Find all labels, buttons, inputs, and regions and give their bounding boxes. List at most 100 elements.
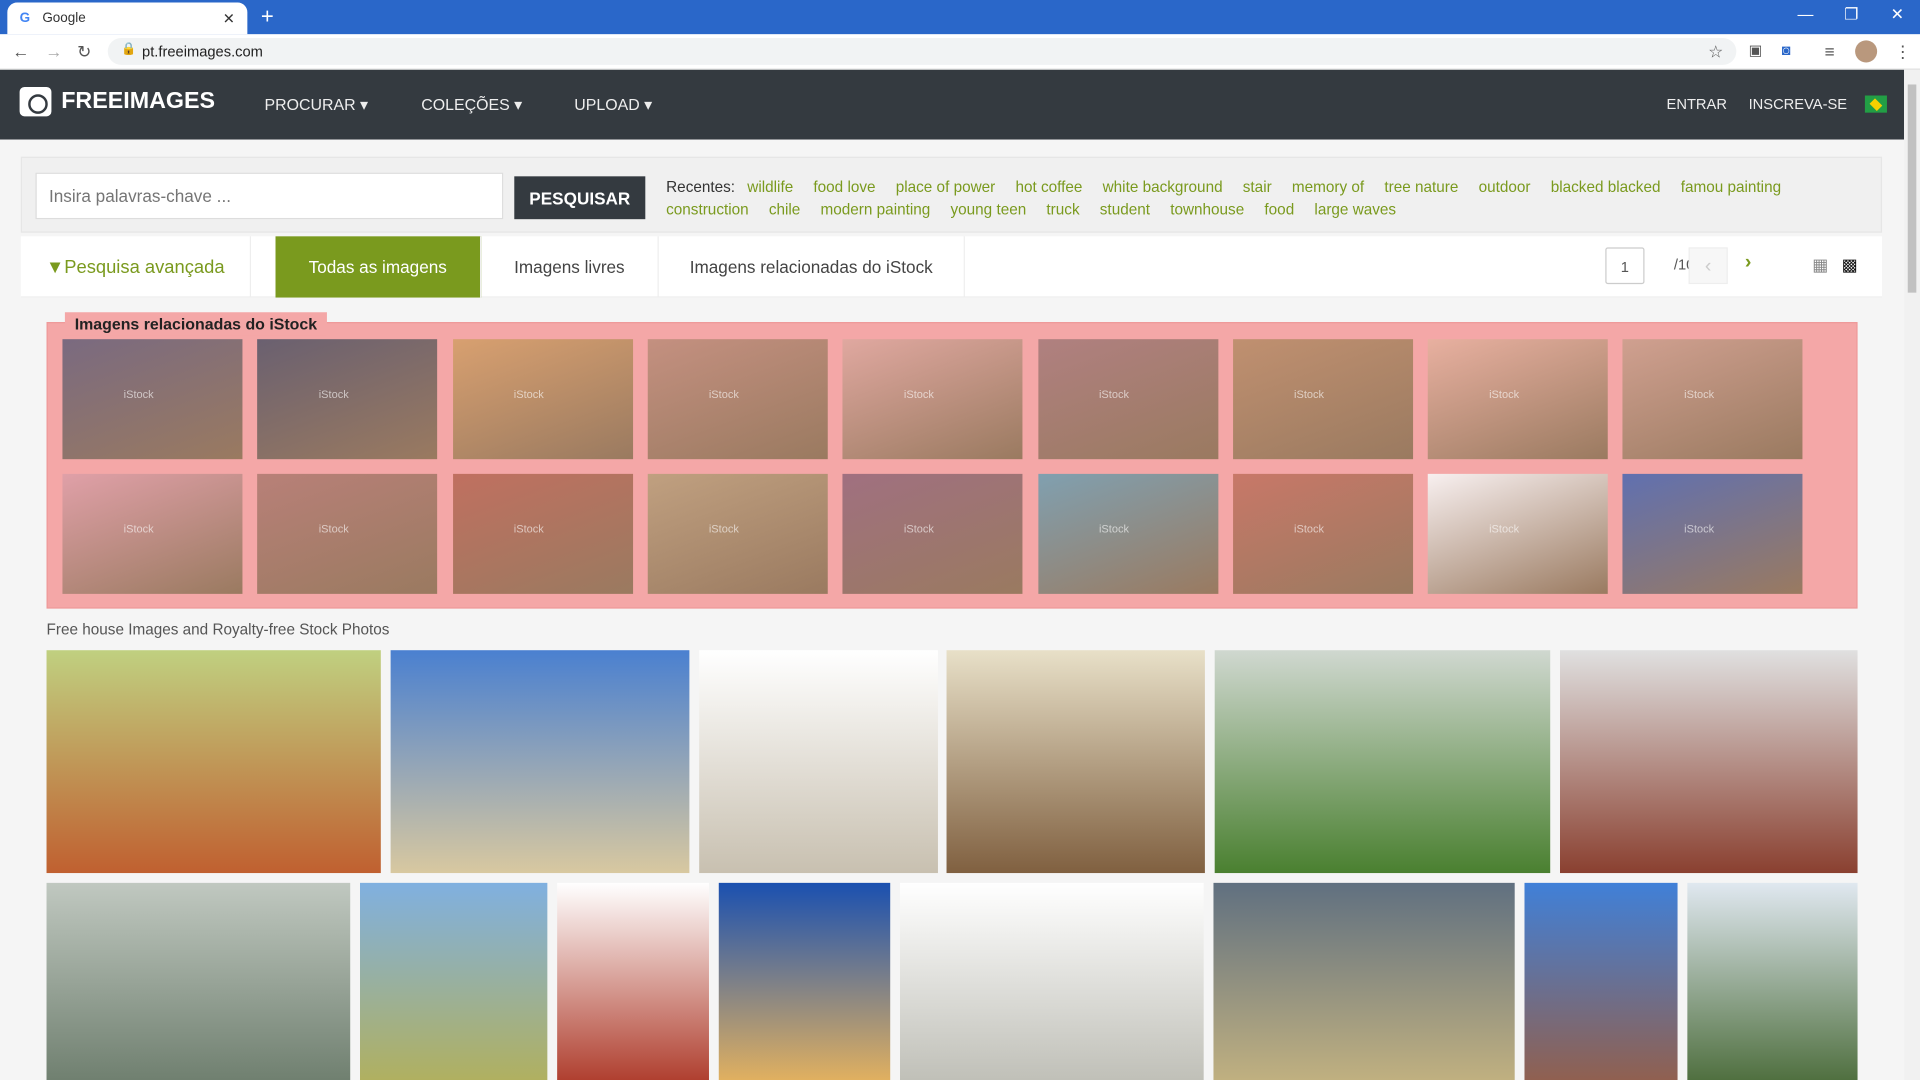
advanced-search-link[interactable]: ▼ Pesquisa avançada	[21, 236, 252, 298]
recent-label: Recentes:	[666, 178, 736, 196]
media-icon[interactable]: ≡	[1824, 42, 1834, 62]
masonry-view-icon[interactable]: ▩	[1842, 255, 1858, 276]
close-window-icon[interactable]: ✕	[1891, 5, 1904, 25]
recent-search-link[interactable]: outdoor	[1479, 179, 1531, 196]
url-bar[interactable]: 🔒 pt.freeimages.com	[107, 37, 1737, 65]
istock-thumbnail[interactable]: iStock	[452, 473, 633, 594]
photo-thumbnail[interactable]	[1214, 650, 1551, 874]
tab-title: Google	[42, 11, 86, 26]
istock-thumbnail[interactable]: iStock	[647, 473, 828, 594]
next-page-button[interactable]: ›	[1745, 252, 1752, 274]
recent-search-link[interactable]: hot coffee	[1015, 179, 1082, 196]
recent-search-link[interactable]: construction	[666, 201, 749, 218]
photo-thumbnail[interactable]	[390, 650, 690, 874]
istock-thumbnail[interactable]: iStock	[1622, 339, 1803, 460]
photo-thumbnail[interactable]	[1560, 650, 1858, 874]
recent-search-link[interactable]: large waves	[1314, 201, 1396, 218]
istock-thumbnail[interactable]: iStock	[647, 339, 828, 460]
browser-tab[interactable]: G Google ✕	[7, 2, 248, 35]
istock-thumbnail[interactable]: iStock	[1037, 473, 1218, 594]
tab-free-images[interactable]: Imagens livres	[481, 236, 659, 298]
istock-thumbnail[interactable]: iStock	[1232, 339, 1413, 460]
istock-thumbnail[interactable]: iStock	[62, 339, 243, 460]
page-input[interactable]: 1	[1605, 247, 1645, 285]
filter-bar: ▼ Pesquisa avançada Todas as imagens Imag…	[20, 236, 1883, 298]
back-icon[interactable]: ←	[12, 42, 29, 62]
menu-colecoes[interactable]: COLEÇÕES ▾	[421, 96, 522, 116]
istock-thumbnail[interactable]: iStock	[62, 473, 243, 594]
photo-thumbnail[interactable]	[1213, 882, 1515, 1080]
recent-search-link[interactable]: truck	[1046, 201, 1079, 218]
recent-search-link[interactable]: memory of	[1292, 179, 1364, 196]
photo-thumbnail[interactable]	[1687, 882, 1858, 1080]
photo-thumbnail[interactable]	[718, 882, 891, 1080]
close-tab-icon[interactable]: ✕	[223, 10, 235, 27]
istock-thumbnail[interactable]: iStock	[257, 473, 438, 594]
istock-thumbnail[interactable]: iStock	[842, 473, 1023, 594]
recent-search-link[interactable]: blacked blacked	[1551, 179, 1661, 196]
istock-watermark: iStock	[1684, 388, 1715, 401]
logo[interactable]: FREEIMAGES	[19, 86, 215, 117]
istock-thumbnail[interactable]: iStock	[1622, 473, 1803, 594]
search-input[interactable]	[35, 172, 504, 220]
recent-search-link[interactable]: place of power	[896, 179, 996, 196]
istock-watermark: iStock	[1294, 388, 1325, 401]
photo-thumbnail[interactable]	[699, 650, 938, 874]
photo-thumbnail[interactable]	[557, 882, 709, 1080]
recent-search-link[interactable]: wildlife	[747, 179, 793, 196]
istock-watermark: iStock	[1098, 522, 1129, 536]
minimize-icon[interactable]: —	[1798, 5, 1814, 23]
istock-watermark: iStock	[708, 388, 739, 401]
tab-istock-images[interactable]: Imagens relacionadas do iStock	[659, 236, 965, 298]
recent-search-link[interactable]: student	[1100, 201, 1150, 218]
new-tab-button[interactable]: +	[261, 4, 274, 30]
login-link[interactable]: ENTRAR	[1667, 96, 1727, 113]
recent-search-link[interactable]: white background	[1103, 179, 1223, 196]
scrollbar[interactable]	[1904, 69, 1920, 1080]
istock-watermark: iStock	[1489, 522, 1520, 536]
photo-thumbnail[interactable]	[360, 882, 548, 1080]
recent-search-link[interactable]: famou painting	[1681, 179, 1781, 196]
recent-search-link[interactable]: food	[1264, 201, 1294, 218]
reload-icon[interactable]: ↻	[77, 42, 91, 63]
recent-search-link[interactable]: stair	[1243, 179, 1272, 196]
signup-link[interactable]: INSCREVA-SE	[1749, 96, 1848, 113]
photo-thumbnail[interactable]	[900, 882, 1204, 1080]
brazil-flag-icon[interactable]	[1864, 95, 1887, 113]
extension-search-icon[interactable]: ◙	[1782, 42, 1791, 59]
istock-watermark: iStock	[1098, 388, 1129, 401]
istock-thumbnail[interactable]: iStock	[257, 339, 438, 460]
photo-thumbnail[interactable]	[46, 882, 351, 1080]
istock-thumbnail[interactable]: iStock	[842, 339, 1023, 460]
menu-upload[interactable]: UPLOAD ▾	[574, 96, 652, 116]
photo-thumbnail[interactable]	[46, 650, 381, 874]
istock-thumbnail[interactable]: iStock	[1232, 473, 1413, 594]
istock-thumbnail[interactable]: iStock	[1427, 473, 1608, 594]
grid-view-icon[interactable]: ▦	[1812, 255, 1828, 276]
recent-search-link[interactable]: young teen	[950, 201, 1026, 218]
menu-dots-icon[interactable]: ⋮	[1894, 42, 1911, 63]
forward-icon[interactable]: →	[45, 42, 62, 62]
tab-all-images[interactable]: Todas as imagens	[275, 236, 482, 298]
istock-thumbnail[interactable]: iStock	[1427, 339, 1608, 460]
bookmark-star-icon[interactable]: ☆	[1708, 42, 1723, 63]
menu-procurar[interactable]: PROCURAR ▾	[264, 96, 368, 116]
photo-thumbnail[interactable]	[946, 650, 1205, 874]
recent-search-link[interactable]: tree nature	[1384, 179, 1458, 196]
istock-watermark: iStock	[318, 388, 349, 401]
recent-search-link[interactable]: food love	[813, 179, 875, 196]
search-button[interactable]: PESQUISAR	[514, 176, 646, 220]
recent-search-link[interactable]: modern painting	[821, 201, 931, 218]
istock-thumbnail[interactable]: iStock	[452, 339, 633, 460]
istock-watermark: iStock	[903, 522, 934, 536]
photo-thumbnail[interactable]	[1524, 882, 1678, 1080]
avatar[interactable]	[1855, 40, 1878, 63]
extension-icon[interactable]: ▣	[1749, 42, 1763, 59]
prev-page-button[interactable]: ‹	[1688, 247, 1728, 285]
istock-thumbnail[interactable]: iStock	[1037, 339, 1218, 460]
recent-search-link[interactable]: townhouse	[1170, 201, 1244, 218]
restore-icon[interactable]: ❐	[1844, 5, 1858, 25]
recent-search-link[interactable]: chile	[769, 201, 800, 218]
browser-tab-bar: G Google ✕ + — ❐ ✕	[0, 0, 1920, 35]
camera-icon	[19, 86, 52, 117]
